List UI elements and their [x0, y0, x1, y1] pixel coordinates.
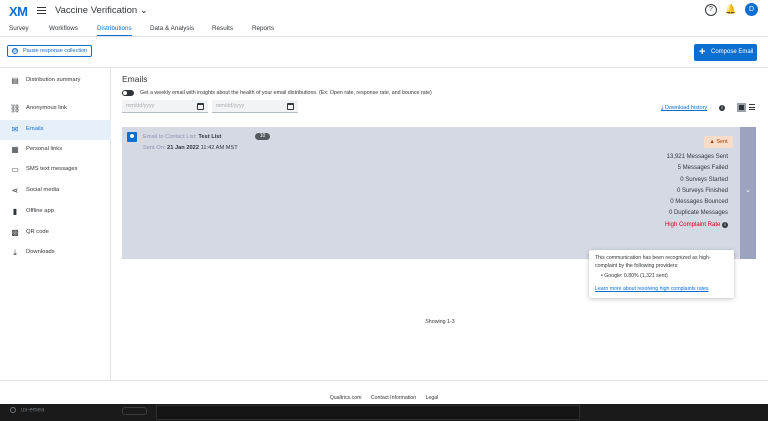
qr-code-icon: ▩: [11, 228, 19, 237]
status-badge: ▲ Sent: [704, 136, 733, 148]
stat-messages-failed: 5 Messages Failed: [677, 165, 728, 172]
footer: Qualtrics.com Contact Information Legal: [0, 380, 768, 404]
tooltip-provider-item: • Google: 0.80% (1,321 sent): [601, 272, 668, 279]
end-date-input[interactable]: mm/dd/yyyy: [212, 100, 298, 113]
taskbar-pill[interactable]: [122, 407, 147, 415]
page-title: Emails: [122, 74, 148, 84]
tablet-icon: ▮: [12, 207, 18, 216]
sidebar-item-social-media[interactable]: ⋖ Social media: [0, 181, 111, 201]
taskbar-label[interactable]: ux-emea: [10, 407, 44, 414]
taskbar-window[interactable]: [156, 405, 580, 420]
chevron-down-icon[interactable]: ⌄: [745, 186, 751, 194]
summary-icon: ▤: [11, 76, 19, 85]
tab-data-analysis[interactable]: Data & Analysis: [150, 25, 194, 32]
info-icon[interactable]: i: [719, 105, 725, 111]
share-icon: ⋖: [11, 186, 19, 195]
list-view-icon[interactable]: [749, 104, 755, 110]
hamburger-menu-icon[interactable]: [37, 7, 46, 14]
taskbar: ux-emea: [0, 404, 768, 421]
tab-workflows[interactable]: Workflows: [49, 25, 78, 32]
help-icon[interactable]: ?: [705, 4, 717, 16]
footer-link-qualtrics[interactable]: Qualtrics.com: [330, 395, 362, 401]
sent-on-line: Sent On: 21 Jan 2022 11:42 AM MST: [143, 145, 238, 151]
complaint-tooltip: This communication has been recognized a…: [589, 250, 734, 298]
start-date-input[interactable]: mm/dd/yyyy: [122, 100, 208, 113]
card-expand-panel[interactable]: ⌄: [740, 127, 756, 259]
sidebar-item-personal-links[interactable]: ▦ Personal links: [0, 140, 111, 160]
nav-tabs: Survey Workflows Distributions Data & An…: [0, 22, 768, 37]
contact-count-badge: 10: [255, 133, 270, 140]
sms-icon: ▭: [11, 165, 19, 174]
plus-icon: +: [699, 46, 706, 58]
pause-icon: ⊘: [12, 48, 18, 54]
sidebar-item-distribution-summary[interactable]: ▤ Distribution summary: [0, 71, 111, 91]
tab-reports[interactable]: Reports: [252, 25, 274, 32]
distribution-list-line: Email to Contact List: Test List: [143, 134, 222, 140]
link-icon: ⛓: [10, 104, 21, 113]
globe-icon: [10, 407, 16, 413]
calendar-icon[interactable]: [197, 103, 204, 110]
tooltip-text: This communication has been recognized a…: [595, 255, 711, 269]
sidebar-item-sms[interactable]: ▭ SMS text messages: [0, 160, 111, 180]
project-title[interactable]: Vaccine Verification ⌄: [55, 5, 148, 16]
contact-card-icon: [127, 132, 137, 142]
footer-link-contact[interactable]: Contact Information: [371, 395, 416, 401]
personal-link-icon: ▦: [11, 145, 19, 154]
sidebar-item-offline-app[interactable]: ▮ Offline app: [0, 202, 111, 222]
xm-logo[interactable]: XM: [9, 4, 28, 19]
stat-duplicate-messages: 0 Duplicate Messages: [668, 210, 728, 217]
app-window: XM Vaccine Verification ⌄ ? 🔔 D Survey W…: [0, 0, 768, 404]
complaint-rate-label[interactable]: High Complaint Rate i: [665, 220, 728, 231]
stats-list: 13,921 Messages Sent 5 Messages Failed 0…: [665, 152, 728, 231]
tab-survey[interactable]: Survey: [9, 25, 29, 32]
download-icon: ⤓: [13, 248, 17, 257]
tab-results[interactable]: Results: [212, 25, 233, 32]
chevron-down-icon: ⌄: [139, 5, 148, 16]
sidebar: ▤ Distribution summary ⛓ Anonymous link …: [0, 68, 111, 380]
bell-icon[interactable]: 🔔: [725, 4, 737, 16]
sidebar-item-anonymous-link[interactable]: ⛓ Anonymous link: [0, 99, 111, 119]
stat-messages-sent: 13,921 Messages Sent: [666, 154, 728, 160]
compose-email-button[interactable]: + Compose Email: [694, 44, 757, 61]
envelope-icon: ✉: [11, 125, 19, 134]
toolbar: ⊘ Pause response collection + Compose Em…: [0, 37, 768, 68]
distribution-card[interactable]: Email to Contact List: Test List 10 Sent…: [122, 127, 756, 259]
sidebar-item-downloads[interactable]: ⤓ Downloads: [0, 243, 111, 263]
weekly-email-toggle-label: Get a weekly email with insights about t…: [140, 90, 432, 96]
footer-link-legal[interactable]: Legal: [426, 395, 439, 401]
stat-messages-bounced: 0 Messages Bounced: [670, 199, 728, 206]
sidebar-item-emails[interactable]: ✉ Emails: [0, 120, 111, 140]
pagination-status: Showing 1-3: [425, 319, 455, 325]
stat-surveys-started: 0 Surveys Started: [680, 176, 728, 183]
stat-surveys-finished: 0 Surveys Finished: [676, 187, 728, 194]
download-history-link[interactable]: ⤓ Download history: [661, 105, 707, 112]
card-view-icon[interactable]: [737, 103, 746, 112]
sidebar-item-qr-code[interactable]: ▩ QR code: [0, 223, 111, 243]
top-bar: XM Vaccine Verification ⌄ ? 🔔 D: [0, 0, 768, 22]
avatar[interactable]: D: [745, 3, 758, 16]
calendar-icon[interactable]: [287, 103, 294, 110]
pause-response-button[interactable]: ⊘ Pause response collection: [7, 45, 93, 57]
learn-more-link[interactable]: Learn more about resolving high complain…: [595, 286, 728, 292]
weekly-email-toggle[interactable]: [122, 90, 134, 96]
tab-distributions[interactable]: Distributions: [97, 25, 132, 36]
info-icon[interactable]: i: [722, 221, 728, 228]
main-content: Emails Get a weekly email with insights …: [112, 68, 768, 380]
